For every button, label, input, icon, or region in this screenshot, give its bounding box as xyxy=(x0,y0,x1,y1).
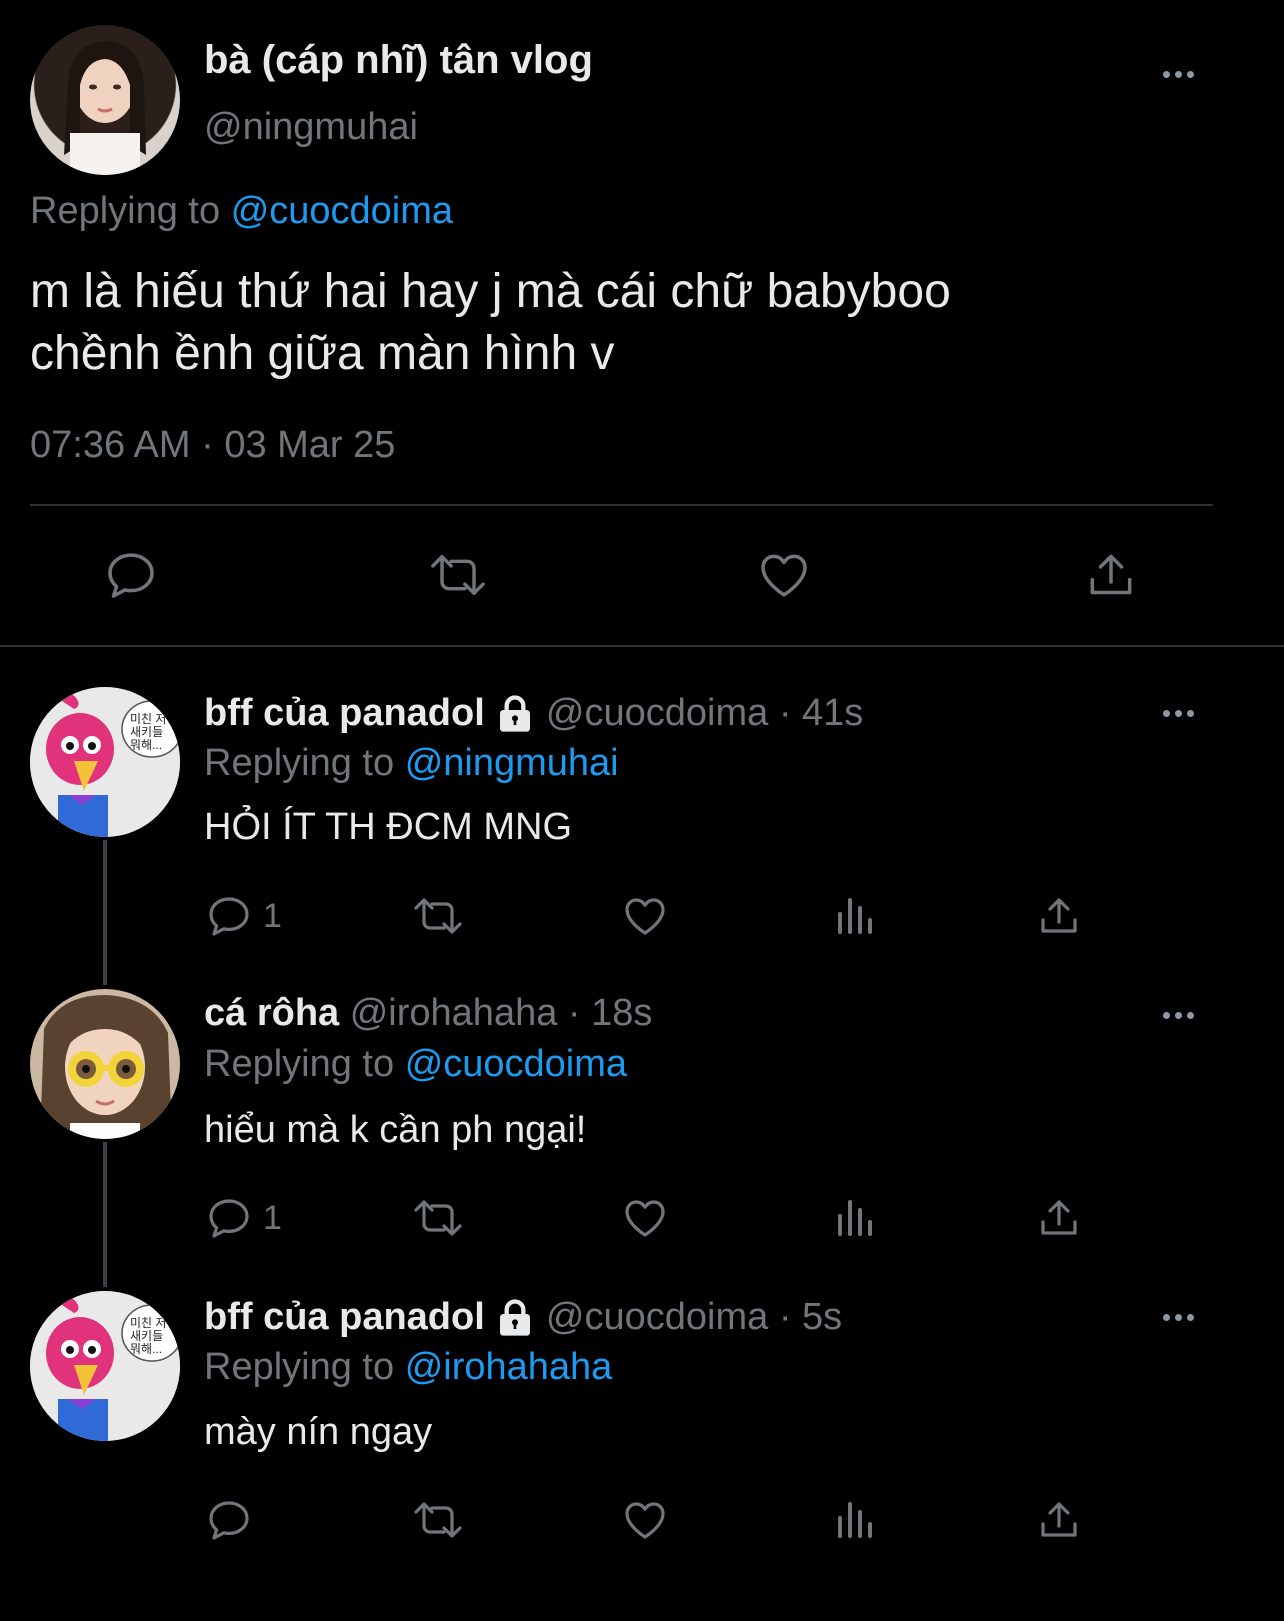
share-icon xyxy=(1041,1502,1077,1537)
views-button[interactable] xyxy=(830,892,878,940)
more-icon[interactable] xyxy=(1163,710,1194,717)
reply-icon xyxy=(209,1199,249,1238)
retweet-button[interactable] xyxy=(410,1496,466,1544)
reply-button[interactable]: 1 xyxy=(205,892,282,940)
replying-to-link[interactable]: @cuocdoima xyxy=(231,190,453,232)
avatar-caption: 미친 저 새키들 뭐해... xyxy=(130,1316,167,1356)
retweet-icon xyxy=(414,1502,462,1538)
share-button[interactable] xyxy=(1083,547,1139,603)
retweet-button[interactable] xyxy=(410,892,466,940)
retweet-icon xyxy=(431,555,485,595)
avatar-photo xyxy=(64,41,146,175)
lock-icon xyxy=(500,1299,531,1336)
display-name[interactable]: bff của panadol xyxy=(204,1296,485,1338)
reply-button[interactable]: 1 xyxy=(205,1194,282,1242)
replying-prefix: Replying to xyxy=(30,190,221,232)
replying-to-link[interactable]: @irohahaha xyxy=(405,1346,613,1388)
retweet-icon xyxy=(414,898,462,934)
replying-to-link[interactable]: @ningmuhai xyxy=(405,742,619,784)
replying-line: Replying to @cuocdoima xyxy=(30,190,453,233)
replying-line: Replying to @irohahaha xyxy=(204,1346,612,1389)
avatar[interactable] xyxy=(30,25,180,175)
reply-icon xyxy=(108,553,154,598)
avatar[interactable]: 미친 저 새키들 뭐해... xyxy=(30,1291,180,1441)
reply-count: 1 xyxy=(263,1198,282,1237)
like-button[interactable] xyxy=(621,1194,669,1242)
more-icon[interactable] xyxy=(1163,71,1194,78)
retweet-button[interactable] xyxy=(426,547,490,603)
avatar-photo xyxy=(30,1291,180,1441)
views-icon xyxy=(838,898,872,934)
reply-header: bff của panadol @cuocdoima · 5s xyxy=(204,1296,842,1339)
replying-prefix: Replying to xyxy=(204,1043,395,1085)
like-icon xyxy=(761,554,807,597)
display-name[interactable]: bà (cáp nhĩ) tân vlog xyxy=(204,38,593,83)
reply-header: bff của panadol @cuocdoima · 41s xyxy=(204,692,863,735)
time-ago[interactable]: · 18s xyxy=(568,992,652,1034)
share-icon xyxy=(1090,554,1132,595)
handle[interactable]: @cuocdoima xyxy=(546,1296,768,1338)
share-icon xyxy=(1041,1200,1077,1235)
reply-text: mày nín ngay xyxy=(204,1411,433,1453)
reply-count: 1 xyxy=(263,896,282,935)
divider xyxy=(0,645,1284,647)
like-icon xyxy=(625,898,665,935)
more-icon[interactable] xyxy=(1163,1314,1194,1321)
retweet-icon xyxy=(414,1200,462,1236)
like-icon xyxy=(625,1200,665,1237)
like-button[interactable] xyxy=(621,892,669,940)
like-button[interactable] xyxy=(756,547,812,603)
replying-line: Replying to @cuocdoima xyxy=(204,1043,627,1086)
reply-header: cá rôha @irohahaha · 18s xyxy=(204,992,652,1035)
share-button[interactable] xyxy=(1035,892,1083,940)
views-button[interactable] xyxy=(830,1194,878,1242)
avatar-caption: 미친 저 새키들 뭐해... xyxy=(130,712,167,752)
timestamp[interactable]: 07:36 AM · 03 Mar 25 xyxy=(30,424,395,467)
like-icon xyxy=(625,1502,665,1539)
reply-text: hiểu mà k cần ph ngại! xyxy=(204,1109,587,1151)
views-icon xyxy=(838,1200,872,1236)
avatar[interactable] xyxy=(30,989,180,1139)
replying-prefix: Replying to xyxy=(204,742,395,784)
like-button[interactable] xyxy=(621,1496,669,1544)
more-icon[interactable] xyxy=(1163,1012,1194,1019)
share-button[interactable] xyxy=(1035,1496,1083,1544)
reply-button[interactable] xyxy=(205,1496,253,1544)
display-name[interactable]: cá rôha xyxy=(204,992,339,1034)
tweet-text-line-1: m là hiếu thứ hai hay j mà cái chữ babyb… xyxy=(30,265,951,318)
views-button[interactable] xyxy=(830,1496,878,1544)
avatar-photo xyxy=(30,687,180,837)
avatar-photo xyxy=(30,989,180,1139)
replying-to-link[interactable]: @cuocdoima xyxy=(405,1043,627,1085)
divider xyxy=(30,504,1213,506)
tweet-text-line-2: chềnh ềnh giữa màn hình v xyxy=(30,327,615,380)
reply-icon xyxy=(209,897,249,936)
retweet-button[interactable] xyxy=(410,1194,466,1242)
replying-line: Replying to @ningmuhai xyxy=(204,742,619,785)
reply-button[interactable] xyxy=(103,547,159,603)
thread-line xyxy=(103,840,107,985)
share-button[interactable] xyxy=(1035,1194,1083,1242)
handle[interactable]: @ningmuhai xyxy=(204,106,418,149)
time-ago[interactable]: · 5s xyxy=(779,1296,842,1338)
avatar[interactable]: 미친 저 새키들 뭐해... xyxy=(30,687,180,837)
views-icon xyxy=(838,1502,872,1538)
thread-line xyxy=(103,1142,107,1287)
handle[interactable]: @irohahaha xyxy=(350,992,558,1034)
display-name[interactable]: bff của panadol xyxy=(204,692,485,734)
reply-icon xyxy=(209,1501,249,1540)
reply-text: HỎI ÍT TH ĐCM MNG xyxy=(204,806,573,848)
share-icon xyxy=(1041,898,1077,933)
handle[interactable]: @cuocdoima xyxy=(546,692,768,734)
lock-icon xyxy=(500,695,531,732)
replying-prefix: Replying to xyxy=(204,1346,395,1388)
time-ago[interactable]: · 41s xyxy=(779,692,863,734)
